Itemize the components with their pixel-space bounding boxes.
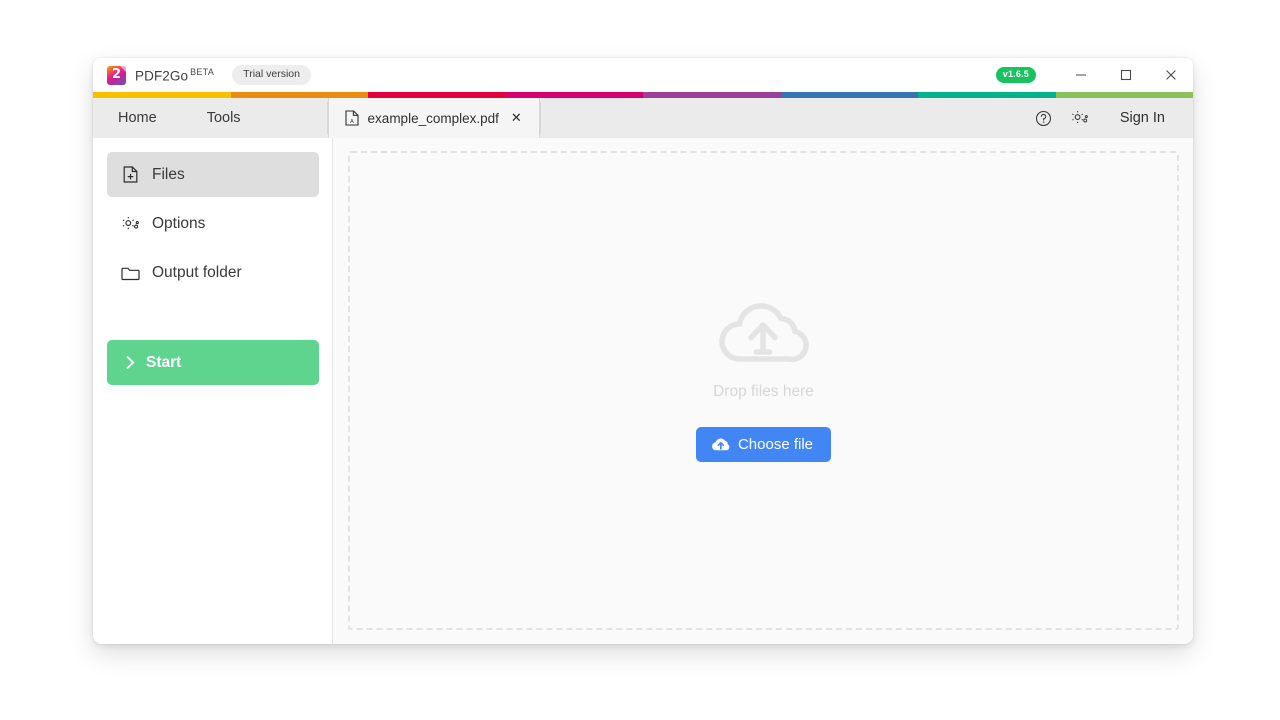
sidebar-item-options-label: Options — [152, 214, 206, 232]
sidebar-item-files-label: Files — [152, 165, 185, 183]
sidebar-item-options[interactable]: Options — [107, 201, 319, 246]
file-dropzone[interactable]: Drop files here Choose file — [348, 151, 1179, 630]
cloud-upload-icon — [711, 437, 730, 452]
brand-beta-tag: BETA — [190, 66, 215, 77]
help-button[interactable] — [1026, 98, 1062, 138]
title-bar-controls: v1.6.5 — [995, 58, 1193, 92]
window-maximize-button[interactable] — [1103, 58, 1148, 92]
sidebar-item-output-folder[interactable]: Output folder — [107, 250, 319, 295]
maximize-icon — [1120, 69, 1131, 81]
help-circle-icon — [1036, 110, 1052, 126]
chevron-right-icon — [125, 355, 136, 370]
choose-file-button-label: Choose file — [737, 435, 814, 453]
nav-item-home-label: Home — [118, 110, 157, 126]
start-button-label: Start — [146, 353, 182, 371]
navigation-bar: Home Tools A example_complex.pdf ✕ Sign … — [93, 98, 1193, 138]
minimize-icon — [1075, 74, 1086, 76]
file-tab-label: example_complex.pdf — [367, 110, 499, 126]
choose-file-button[interactable]: Choose file — [695, 426, 832, 462]
nav-item-tools[interactable]: Tools — [185, 98, 263, 138]
sign-in-button[interactable]: Sign In — [1098, 98, 1175, 138]
cloud-upload-icon — [715, 298, 811, 373]
brand-name: PDF2Go BETA — [135, 66, 215, 84]
trial-version-badge: Trial version — [232, 65, 311, 85]
window-close-button[interactable] — [1148, 58, 1193, 92]
nav-item-home[interactable]: Home — [93, 98, 185, 138]
window-minimize-button[interactable] — [1058, 58, 1103, 92]
file-tab-close-icon[interactable]: ✕ — [508, 106, 525, 130]
nav-bar-right-controls: Sign In — [1026, 98, 1193, 138]
brand: 2 PDF2Go BETA — [107, 65, 215, 85]
nav-divider-right — [539, 102, 541, 134]
nav-item-tools-label: Tools — [206, 110, 241, 126]
start-button[interactable]: Start — [107, 340, 319, 385]
title-bar: 2 PDF2Go BETA Trial version v1.6.5 — [93, 58, 1193, 92]
pdf2go-logo-icon: 2 — [107, 65, 126, 85]
gear-icon — [1072, 111, 1089, 123]
version-badge: v1.6.5 — [995, 67, 1036, 83]
gear-icon — [121, 215, 140, 233]
desktop-backdrop: 2 PDF2Go BETA Trial version v1.6.5 Home … — [0, 0, 1280, 720]
application-body: Files Options Output folder Start Drop f… — [93, 138, 1193, 644]
logo-fold-corner — [120, 65, 126, 72]
dropzone-inner: Drop files here Choose file — [695, 298, 832, 462]
sidebar-item-files[interactable]: Files — [107, 152, 319, 197]
sidebar-item-output-folder-label: Output folder — [152, 263, 242, 281]
file-plus-icon — [121, 166, 140, 183]
close-icon — [1165, 70, 1176, 80]
folder-icon — [121, 265, 140, 281]
file-tab-example-complex-pdf[interactable]: A example_complex.pdf ✕ — [327, 98, 540, 138]
content-area: Drop files here Choose file — [333, 138, 1193, 644]
pdf-file-icon: A — [344, 110, 359, 126]
sign-in-label: Sign In — [1119, 110, 1165, 126]
svg-text:A: A — [350, 119, 354, 125]
sidebar: Files Options Output folder Start — [93, 138, 333, 644]
dropzone-hint-text: Drop files here — [713, 382, 814, 400]
pdf2go-application-window: 2 PDF2Go BETA Trial version v1.6.5 Home … — [93, 58, 1193, 644]
settings-button[interactable] — [1062, 98, 1098, 138]
